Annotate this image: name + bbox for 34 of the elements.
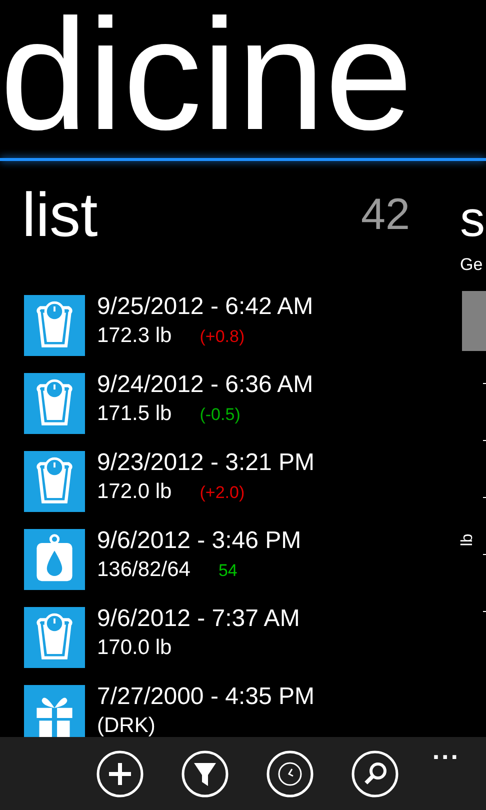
item-count: 42 <box>361 189 410 241</box>
entry-datetime: 9/6/2012 - 7:37 AM <box>97 604 300 634</box>
more-button[interactable]: ... <box>432 737 460 763</box>
scale-icon <box>24 606 85 668</box>
app-title: dicine <box>0 0 413 150</box>
entry-change: 54 <box>218 560 238 582</box>
entry-change: (+0.8) <box>200 326 245 348</box>
entry-value: 171.5 lb <box>97 400 172 427</box>
panel-title: list <box>22 183 98 249</box>
scale-icon <box>24 372 85 434</box>
entry-datetime: 9/23/2012 - 3:21 PM <box>97 448 314 478</box>
entry-change: (+2.0) <box>200 482 245 504</box>
entry-value: 172.0 lb <box>97 478 172 505</box>
entry-datetime: 7/27/2000 - 4:35 PM <box>97 682 314 712</box>
scale-icon <box>24 294 85 356</box>
axis-label: lb <box>459 534 478 546</box>
entry-value: 170.0 lb <box>97 634 172 661</box>
entry-datetime: 9/24/2012 - 6:36 AM <box>97 370 314 400</box>
gift-icon <box>24 684 85 737</box>
entry-change: (-0.5) <box>200 404 240 426</box>
tag-drop-icon <box>24 528 85 590</box>
search-icon[interactable] <box>350 750 398 798</box>
tile <box>462 291 486 351</box>
entry-datetime: 9/25/2012 - 6:42 AM <box>97 294 314 322</box>
panel-title: s <box>460 191 485 247</box>
filter-icon[interactable] <box>180 750 228 798</box>
scale-icon <box>24 450 85 512</box>
entry-value: 136/82/64 <box>97 556 190 583</box>
entry-value: (DRK) <box>97 712 156 737</box>
entry-datetime: 9/6/2012 - 3:46 PM <box>97 526 302 556</box>
add-icon[interactable] <box>96 750 144 798</box>
panel-subtitle: Ge <box>460 255 483 275</box>
clock-icon[interactable] <box>266 750 314 798</box>
entry-value: 172.3 lb <box>97 322 172 349</box>
